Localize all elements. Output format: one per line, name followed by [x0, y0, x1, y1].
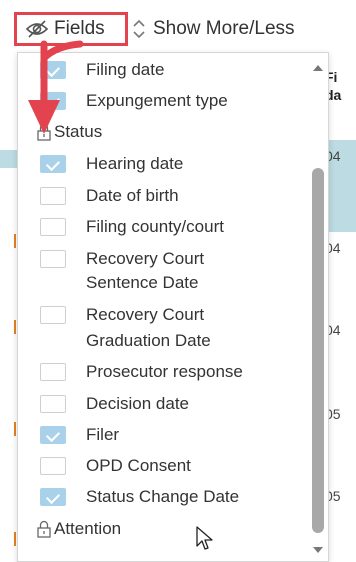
eye-slash-icon [25, 20, 49, 38]
field-option-label: Filing county/court [86, 217, 224, 236]
checkbox[interactable] [40, 363, 66, 381]
field-option-label: OPD Consent [86, 456, 191, 475]
field-option-label: Filing date [86, 60, 165, 79]
field-option-label: Date of birth [86, 186, 179, 205]
lock-icon [37, 520, 51, 538]
group-header-status: Status [18, 121, 308, 143]
checkbox[interactable] [40, 488, 66, 506]
group-header-attention: Attention [18, 518, 308, 540]
fields-label: Fields [54, 18, 105, 39]
checkbox[interactable] [40, 395, 66, 413]
field-option-label-line1: Recovery Court [86, 305, 205, 324]
field-option-label: Hearing date [86, 154, 184, 173]
scroll-down-arrow-icon[interactable] [313, 547, 323, 553]
scrollbar[interactable] [309, 53, 327, 561]
show-more-less-label: Show More/Less [153, 18, 295, 39]
scrollbar-thumb[interactable] [312, 168, 324, 533]
mouse-pointer-icon [196, 526, 213, 550]
underlying-table-left-edge [0, 52, 18, 562]
field-option-label: Prosecutor response [86, 362, 243, 381]
field-option-label: Filer [86, 425, 120, 444]
checkbox[interactable] [40, 426, 66, 444]
field-option-label-line2: Sentence Date [86, 273, 199, 292]
group-label: Attention [54, 519, 122, 538]
field-option-label: Expungement type [86, 91, 228, 110]
row-highlight-strip [0, 150, 18, 168]
show-more-less-button[interactable]: Show More/Less [131, 18, 295, 40]
checkbox[interactable] [40, 457, 66, 475]
checkbox[interactable] [40, 61, 66, 79]
field-option-label: Status Change Date [86, 487, 240, 506]
checkbox[interactable] [40, 250, 66, 268]
fields-button[interactable]: Fields [14, 12, 128, 46]
row-marker [14, 422, 16, 436]
field-option-recovery-court-sentence-date[interactable]: Recovery Court Sentence Date [18, 247, 308, 297]
checkbox[interactable] [40, 92, 66, 110]
lock-icon [37, 123, 51, 141]
row-marker [14, 234, 16, 248]
toolbar: Fields Show More/Less [0, 0, 356, 52]
checkbox[interactable] [40, 218, 66, 236]
field-option-label: Decision date [86, 394, 190, 413]
checkbox[interactable] [40, 306, 66, 324]
sort-arrows-icon [133, 19, 145, 39]
fields-dropdown: Filing date Expungement type Status Hear… [17, 52, 329, 562]
checkbox[interactable] [40, 187, 66, 205]
scroll-up-arrow-icon[interactable] [313, 65, 323, 71]
field-option-label-line1: Recovery Court [86, 249, 205, 268]
row-marker [14, 320, 16, 334]
row-marker [14, 532, 16, 546]
checkbox[interactable] [40, 155, 66, 173]
field-option-recovery-court-graduation-date[interactable]: Recovery Court Graduation Date [18, 303, 308, 353]
field-option-label-line2: Graduation Date [86, 331, 211, 350]
group-label: Status [54, 122, 103, 141]
